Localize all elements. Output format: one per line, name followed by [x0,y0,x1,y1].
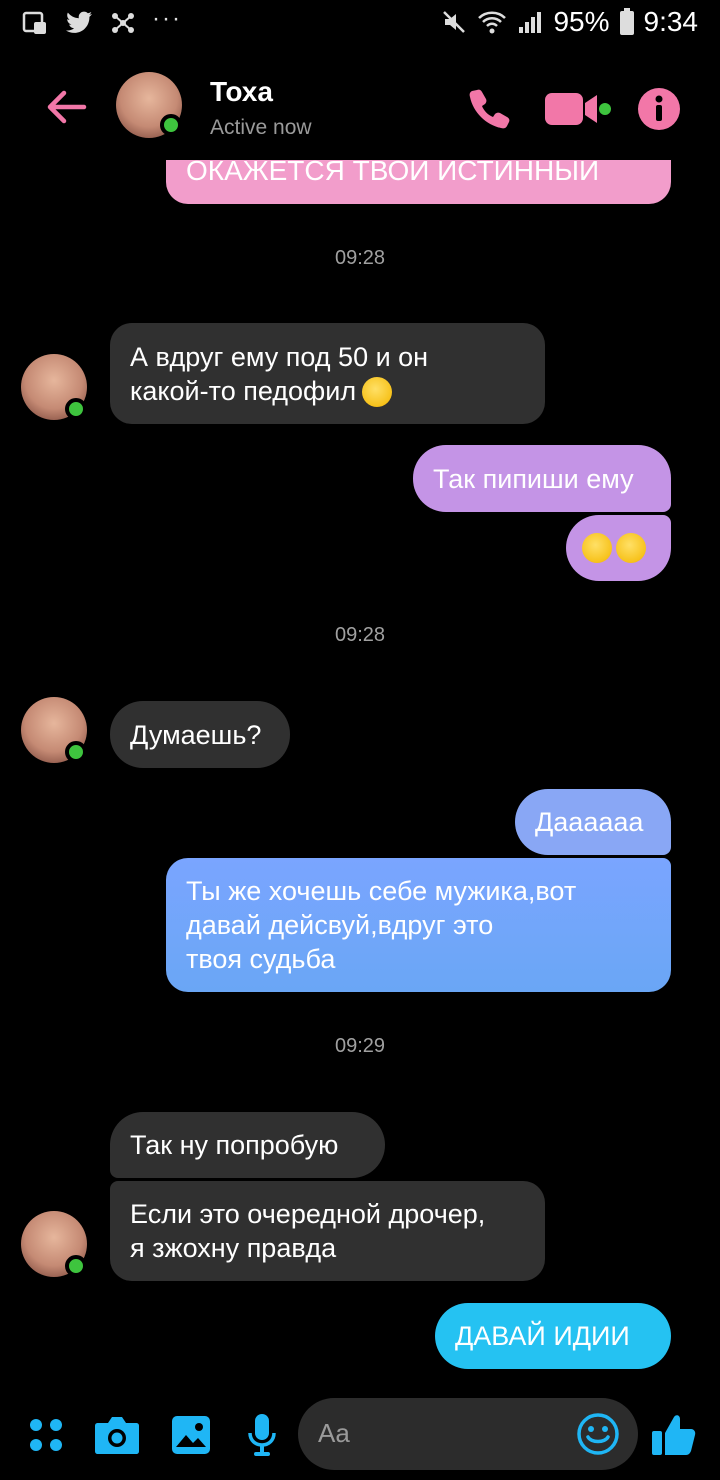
info-icon [638,88,680,130]
message-text-line: какой-то педофил [130,375,357,406]
chat-header: Тоха Active now [0,60,720,160]
smiley-icon [577,1413,619,1455]
message-input-placeholder: Aa [318,1418,350,1448]
message-incoming[interactable]: Думаешь? [110,701,290,768]
message-incoming[interactable]: А вдруг ему под 50 и он какой-то педофил [110,323,545,424]
message-outgoing-emoji[interactable] [566,515,671,581]
camera-icon [95,1417,139,1454]
message-composer: Aa [0,1396,720,1480]
message-text-line: Если это очередной дрочер, [130,1199,486,1229]
message-outgoing[interactable]: Даааааа [515,789,671,855]
thumbs-up-icon [652,1415,696,1455]
voice-call-button[interactable] [462,82,516,136]
clock: 9:34 [643,6,699,37]
video-call-button[interactable] [542,82,614,136]
message-text: Так ну попробую [130,1130,339,1160]
microphone-icon [248,1414,276,1456]
online-indicator [65,741,87,763]
message-text-line: твоя судьба [186,944,336,974]
message-text: Так пипиши ему [433,463,634,494]
message-text: Думаешь? [130,719,262,750]
gallery-button[interactable] [166,1410,216,1460]
presence-status: Active now [210,116,312,139]
timestamp: 09:28 [334,247,386,269]
message-outgoing[interactable]: Так пипиши ему [413,445,671,512]
four-dots-icon [30,1419,62,1451]
message-text-line: я зжохну правда [130,1233,337,1263]
emoji-button[interactable] [576,1412,620,1456]
message-text: ДАВАЙ ИДИИ [455,1321,630,1351]
online-indicator [65,398,87,420]
info-button[interactable] [632,82,686,136]
phone-icon [469,89,510,129]
twitter-icon [64,8,94,38]
more-notifications: ··· [152,5,182,32]
image-icon [172,1416,210,1454]
notification-icon [20,8,50,38]
hand-over-mouth-emoji-icon [362,377,393,408]
online-indicator [160,114,182,136]
message-outgoing[interactable]: ДАВАЙ ИДИИ [435,1303,671,1369]
message-text-line: давай дейсвуй,вдруг это [186,910,494,940]
signal-icon [515,7,545,37]
message-outgoing[interactable]: Ты же хочешь себе мужика,вот давай дейсв… [166,858,671,992]
video-camera-icon [545,93,611,125]
message-text-line: А вдруг ему под 50 и он [130,341,429,372]
battery-icon [618,7,636,37]
like-button[interactable] [648,1410,700,1460]
timestamp: 09:29 [334,1035,386,1057]
message-incoming[interactable]: Так ну попробую [110,1112,385,1178]
online-indicator [65,1255,87,1277]
timestamp: 09:28 [334,624,386,646]
camera-button[interactable] [92,1410,142,1460]
smirk-emoji-icon [582,533,612,563]
smirk-emoji-icon [616,533,646,563]
contact-name[interactable]: Тоха [210,76,273,108]
more-actions-button[interactable] [21,1410,71,1460]
status-bar: ··· 95% 9:34 [0,0,720,50]
mute-icon [439,7,469,37]
network-icon [108,8,138,38]
voice-message-button[interactable] [237,1410,287,1460]
message-incoming[interactable]: Если это очередной дрочер, я зжохну прав… [110,1181,545,1281]
message-text: Даааааа [535,807,644,837]
battery-percent: 95% [553,6,610,37]
message-text-line: Ты же хочешь себе мужика,вот [186,876,577,906]
back-arrow-icon[interactable] [42,82,92,132]
wifi-icon [477,7,507,37]
message-input[interactable]: Aa [298,1398,638,1470]
